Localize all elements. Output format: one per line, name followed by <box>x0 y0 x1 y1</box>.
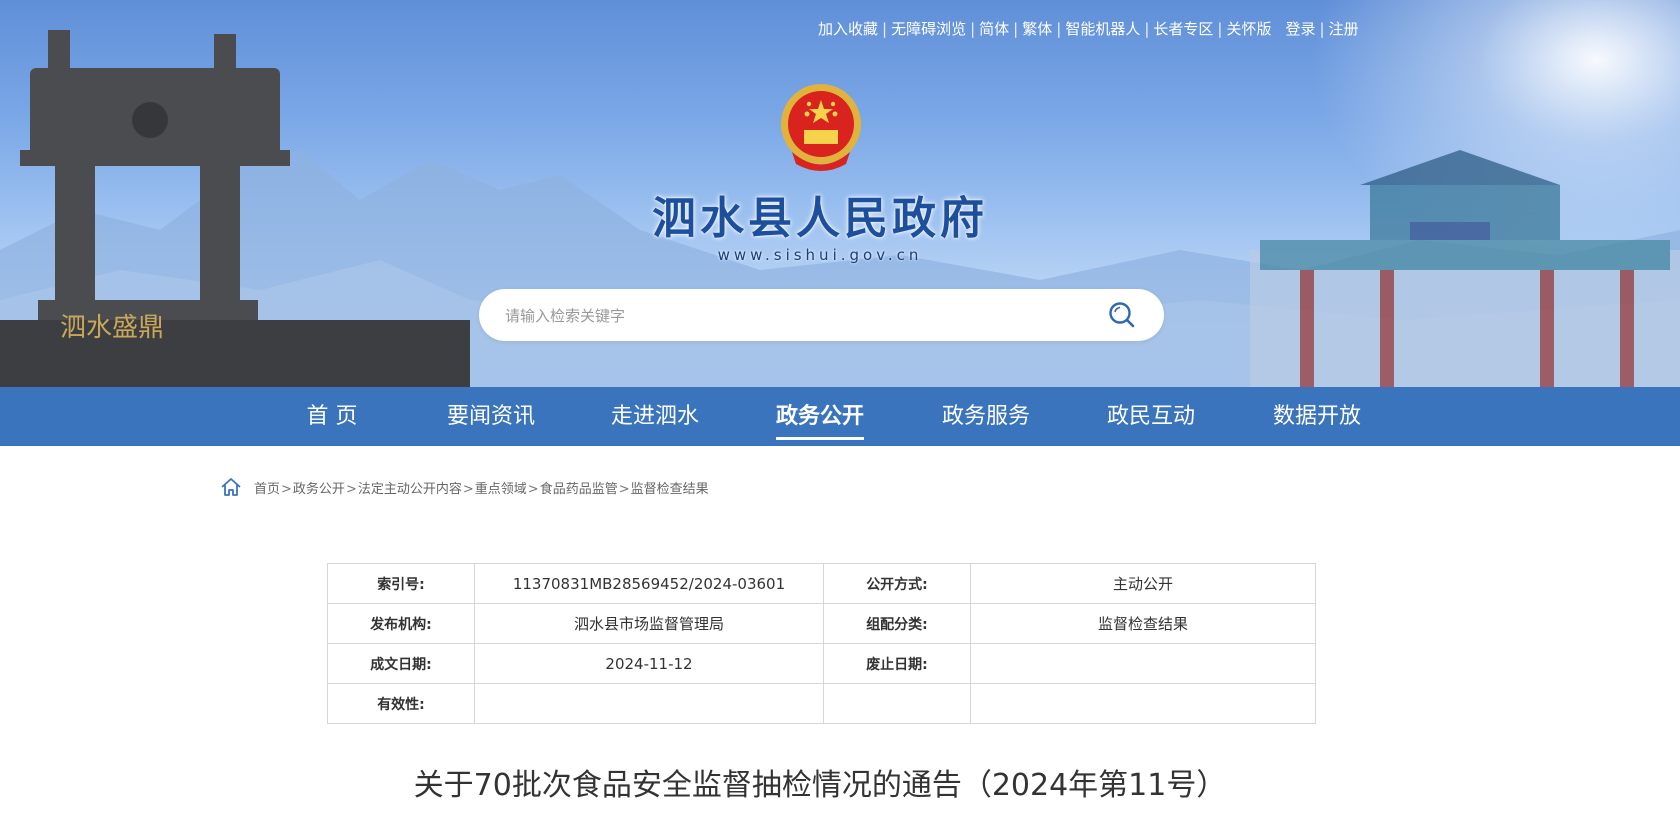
table-row: 成文日期: 2024-11-12 废止日期: <box>327 643 1316 684</box>
category-label: 组配分类: <box>823 603 971 644</box>
document-meta-table: 索引号: 11370831MB28569452/2024-03601 公开方式:… <box>327 563 1316 724</box>
top-links-bar: 加入收藏 | 无障碍浏览 | 简体 | 繁体 | 智能机器人 | 长者专区 | 关怀版 登录 | 注册 <box>818 20 1359 38</box>
register-link[interactable]: 注册 <box>1329 20 1359 38</box>
search-input[interactable] <box>503 289 1067 343</box>
table-row: 发布机构: 泗水县市场监督管理局 组配分类: 监督检查结果 <box>327 603 1316 644</box>
nav-interaction[interactable]: 政民互动 <box>1107 387 1195 446</box>
publish-method-label: 公开方式: <box>823 563 971 604</box>
breadcrumb-gov-affairs[interactable]: 政务公开 <box>293 482 345 497</box>
nav-about[interactable]: 走进泗水 <box>611 387 699 446</box>
breadcrumb-food-drug[interactable]: 食品药品监管 <box>540 482 618 497</box>
accessibility-link[interactable]: 无障碍浏览 <box>891 20 966 38</box>
table-row: 索引号: 11370831MB28569452/2024-03601 公开方式:… <box>327 563 1316 604</box>
empty-cell <box>970 683 1316 724</box>
site-url: www.sishui.gov.cn <box>717 246 923 264</box>
empty-cell <box>823 683 971 724</box>
expire-label: 废止日期: <box>823 643 971 684</box>
table-row: 有效性: <box>327 683 1316 724</box>
site-title: 泗水县人民政府 <box>652 193 988 244</box>
traditional-link[interactable]: 繁体 <box>1022 20 1052 38</box>
validity-label: 有效性: <box>327 683 475 724</box>
breadcrumb-statutory[interactable]: 法定主动公开内容 <box>358 482 462 497</box>
breadcrumb-home[interactable]: 首页 <box>254 482 280 497</box>
publisher-label: 发布机构: <box>327 603 475 644</box>
validity-value <box>474 683 824 724</box>
index-label: 索引号: <box>327 563 475 604</box>
expire-value <box>970 643 1316 684</box>
svg-text:泗水盛鼎: 泗水盛鼎 <box>60 313 164 343</box>
date-label: 成文日期: <box>327 643 475 684</box>
article-title: 关于70批次食品安全监督抽检情况的通告（2024年第11号） <box>413 768 1227 803</box>
search-icon[interactable] <box>1108 301 1136 329</box>
national-emblem-icon <box>781 84 861 171</box>
header-banner: 泗水盛鼎 加入收藏 | 无障碍浏览 | 简体 | 繁体 | 智能机器人 | 长者专区 | 关怀版 登录 | 注… <box>0 0 1680 387</box>
search-box <box>479 289 1164 343</box>
main-nav: 首 页 要闻资讯 走进泗水 政务公开 政务服务 政民互动 数据开放 <box>0 387 1680 446</box>
nav-gov-affairs[interactable]: 政务公开 <box>776 387 864 446</box>
breadcrumb-key-areas[interactable]: 重点领域 <box>475 482 527 497</box>
nav-services[interactable]: 政务服务 <box>942 387 1030 446</box>
index-value: 11370831MB28569452/2024-03601 <box>474 563 824 604</box>
publisher-value: 泗水县市场监督管理局 <box>474 603 824 644</box>
nav-home[interactable]: 首 页 <box>302 387 362 446</box>
date-value: 2024-11-12 <box>474 643 824 684</box>
simplified-link[interactable]: 简体 <box>979 20 1009 38</box>
add-favorite-link[interactable]: 加入收藏 <box>818 20 878 38</box>
breadcrumb-inspection-results[interactable]: 监督检查结果 <box>631 482 709 497</box>
home-icon[interactable] <box>220 476 242 498</box>
elder-zone-link[interactable]: 长者专区 <box>1153 20 1213 38</box>
nav-open-data[interactable]: 数据开放 <box>1273 387 1361 446</box>
care-version-link[interactable]: 关怀版 <box>1226 20 1271 38</box>
publish-method-value: 主动公开 <box>970 563 1316 604</box>
robot-link[interactable]: 智能机器人 <box>1065 20 1140 38</box>
category-value: 监督检查结果 <box>970 603 1316 644</box>
nav-news[interactable]: 要闻资讯 <box>447 387 535 446</box>
login-link[interactable]: 登录 <box>1285 20 1315 38</box>
